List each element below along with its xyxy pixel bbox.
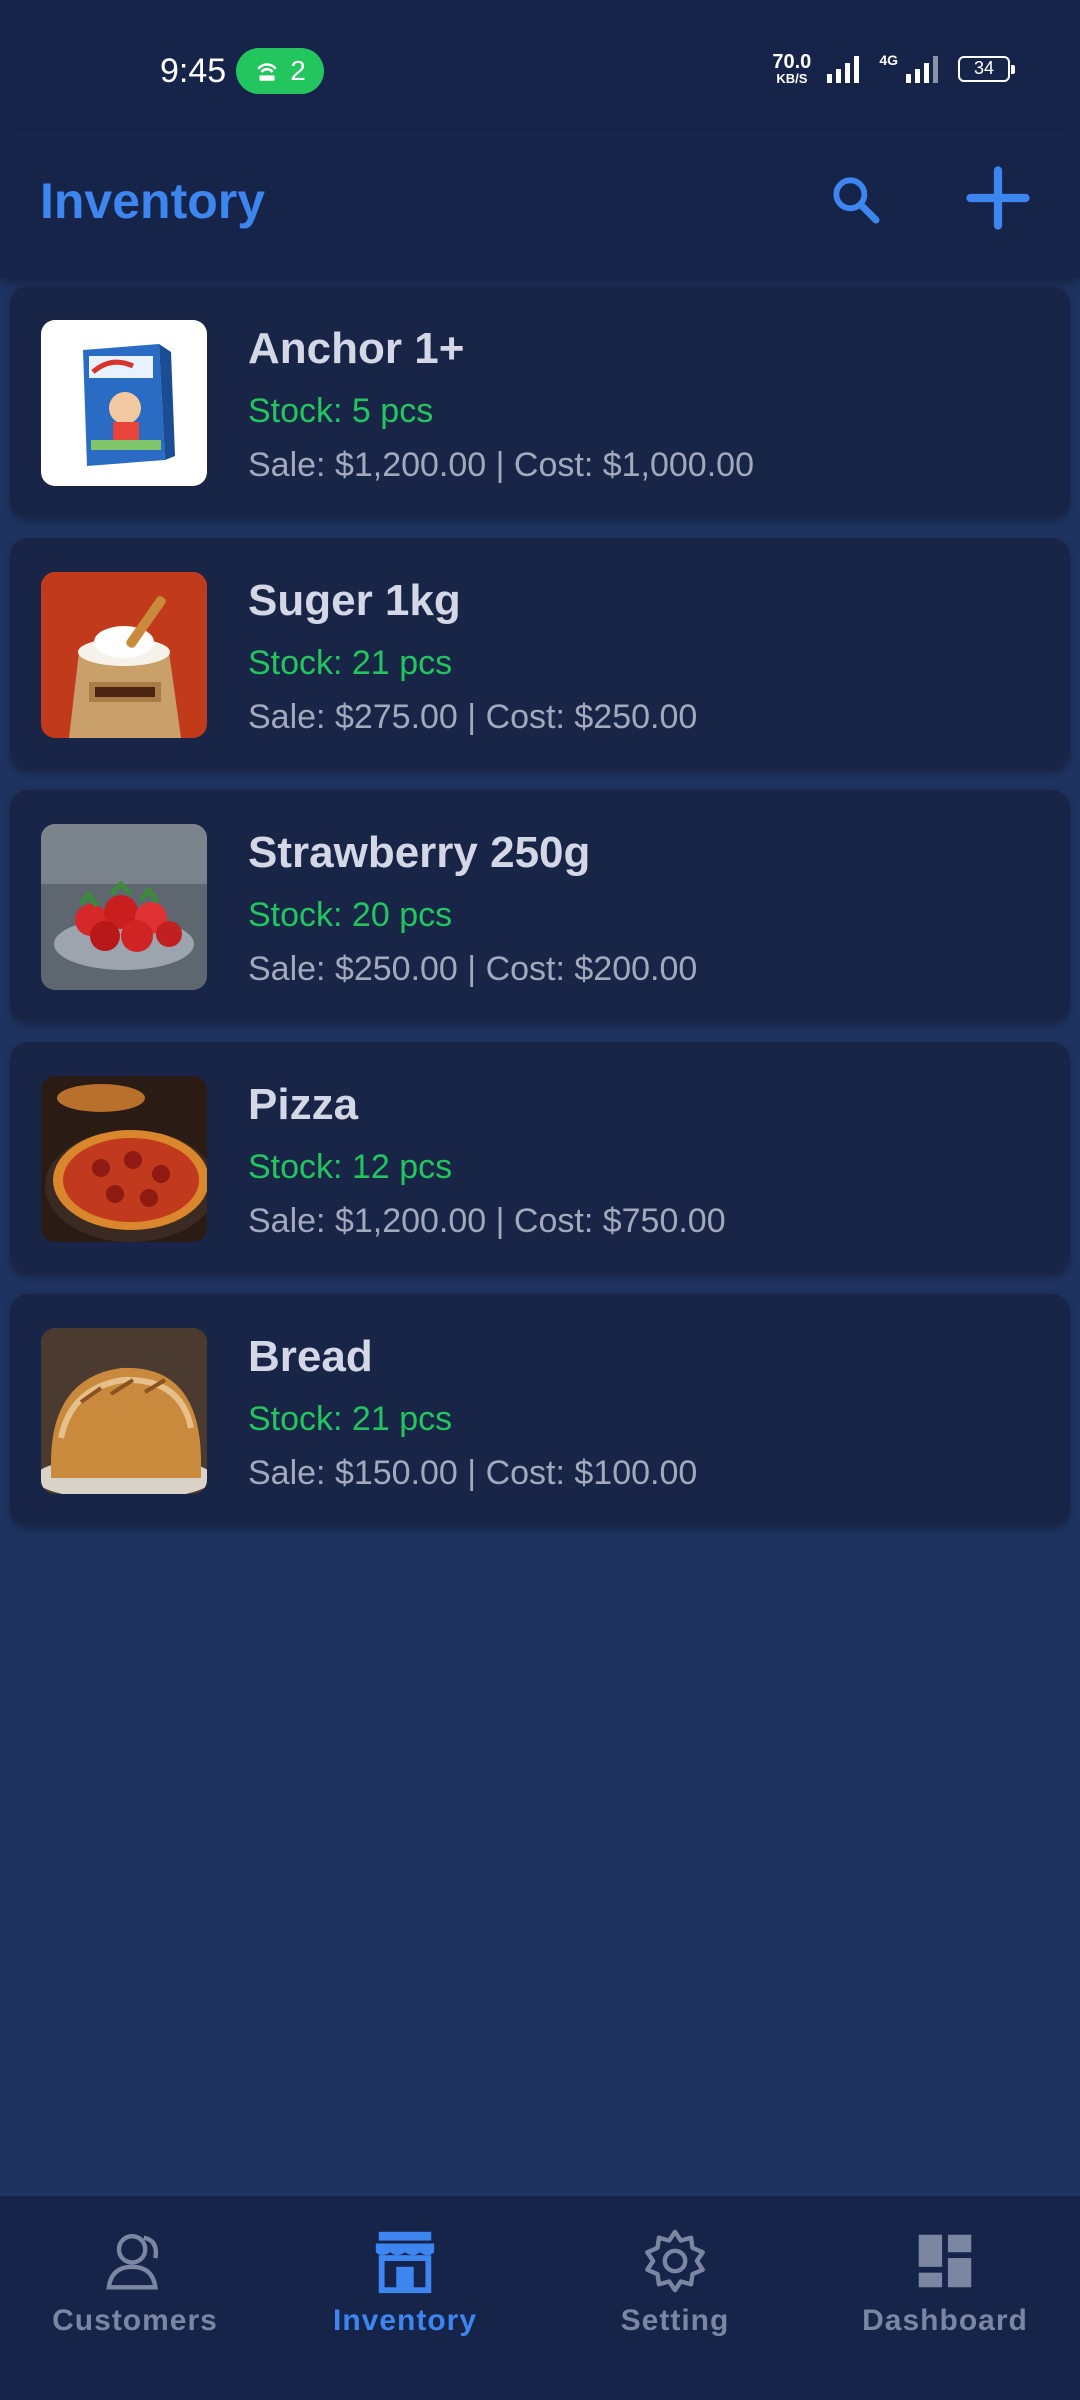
item-name: Pizza bbox=[248, 1080, 359, 1129]
gear-icon bbox=[645, 2229, 705, 2293]
item-name: Bread bbox=[248, 1332, 373, 1381]
hotspot-icon bbox=[257, 63, 277, 81]
nav-label-inventory: Inventory bbox=[332, 2304, 478, 2337]
item-price: Sale: $1,200.00 | Cost: $750.00 bbox=[248, 1202, 726, 1240]
page-title: Inventory bbox=[40, 173, 266, 229]
product-image-bread bbox=[41, 1328, 207, 1494]
search-button[interactable] bbox=[820, 164, 890, 234]
network-speed-value: 70.0 bbox=[772, 51, 812, 73]
nav-item-inventory[interactable]: Inventory bbox=[270, 2196, 540, 2400]
item-name: Strawberry 250g bbox=[248, 828, 591, 877]
battery-icon: 34 bbox=[958, 55, 1015, 82]
inventory-list: Anchor 1+ Stock: 5 pcs Sale: $1,200.00 |… bbox=[10, 286, 1070, 1546]
hotspot-count: 2 bbox=[290, 55, 306, 86]
item-price: Sale: $1,200.00 | Cost: $1,000.00 bbox=[248, 446, 754, 484]
app-bar: Inventory bbox=[0, 130, 1080, 278]
inventory-item[interactable]: Strawberry 250g Stock: 20 pcs Sale: $250… bbox=[10, 790, 1070, 1022]
plus-icon bbox=[966, 166, 1030, 230]
nav-label-customers: Customers bbox=[52, 2304, 218, 2337]
product-image-pizza bbox=[41, 1076, 207, 1242]
inventory-item[interactable]: Bread Stock: 21 pcs Sale: $150.00 | Cost… bbox=[10, 1294, 1070, 1526]
inventory-item[interactable]: Anchor 1+ Stock: 5 pcs Sale: $1,200.00 |… bbox=[10, 286, 1070, 518]
app-root: 9:45 2 70.0 KB/S 4G 34 Inventory Anchor … bbox=[0, 0, 1080, 2400]
item-price: Sale: $250.00 | Cost: $200.00 bbox=[248, 950, 698, 988]
signal-icon-secondary bbox=[906, 55, 938, 83]
inventory-item[interactable]: Suger 1kg Stock: 21 pcs Sale: $275.00 | … bbox=[10, 538, 1070, 770]
nav-item-customers[interactable]: Customers bbox=[0, 2196, 270, 2400]
nav-label-setting: Setting bbox=[620, 2304, 730, 2337]
status-time: 9:45 bbox=[160, 52, 227, 90]
add-item-button[interactable] bbox=[960, 160, 1036, 236]
nav-item-setting[interactable]: Setting bbox=[540, 2196, 810, 2400]
nav-item-dashboard[interactable]: Dashboard bbox=[810, 2196, 1080, 2400]
search-icon bbox=[833, 177, 880, 224]
nav-label-dashboard: Dashboard bbox=[862, 2304, 1028, 2337]
customers-icon bbox=[106, 2234, 159, 2290]
item-price: Sale: $275.00 | Cost: $250.00 bbox=[248, 698, 698, 736]
product-image-anchor bbox=[41, 320, 207, 486]
item-name: Anchor 1+ bbox=[248, 324, 465, 373]
bottom-nav: Customers Inventory Setting Dashboard bbox=[0, 2196, 1080, 2400]
inventory-item[interactable]: Pizza Stock: 12 pcs Sale: $1,200.00 | Co… bbox=[10, 1042, 1070, 1274]
item-stock: Stock: 20 pcs bbox=[248, 896, 453, 934]
signal-icon bbox=[827, 55, 860, 83]
dashboard-icon bbox=[918, 2234, 972, 2288]
network-speed-unit: KB/S bbox=[776, 71, 808, 86]
product-image-sugar bbox=[41, 572, 207, 738]
item-price: Sale: $150.00 | Cost: $100.00 bbox=[248, 1454, 698, 1492]
item-stock: Stock: 5 pcs bbox=[248, 392, 434, 430]
network-speed: 70.0 KB/S bbox=[772, 52, 811, 85]
item-stock: Stock: 12 pcs bbox=[248, 1148, 453, 1186]
item-stock: Stock: 21 pcs bbox=[248, 1400, 453, 1438]
network-type: 4G bbox=[879, 51, 898, 68]
item-stock: Stock: 21 pcs bbox=[248, 644, 453, 682]
status-bar: 9:45 2 70.0 KB/S 4G 34 bbox=[0, 0, 1080, 130]
battery-level: 34 bbox=[973, 58, 995, 78]
store-icon bbox=[375, 2231, 435, 2294]
item-name: Suger 1kg bbox=[248, 576, 461, 625]
hotspot-indicator: 2 bbox=[236, 48, 324, 94]
product-image-strawberry bbox=[41, 824, 207, 990]
